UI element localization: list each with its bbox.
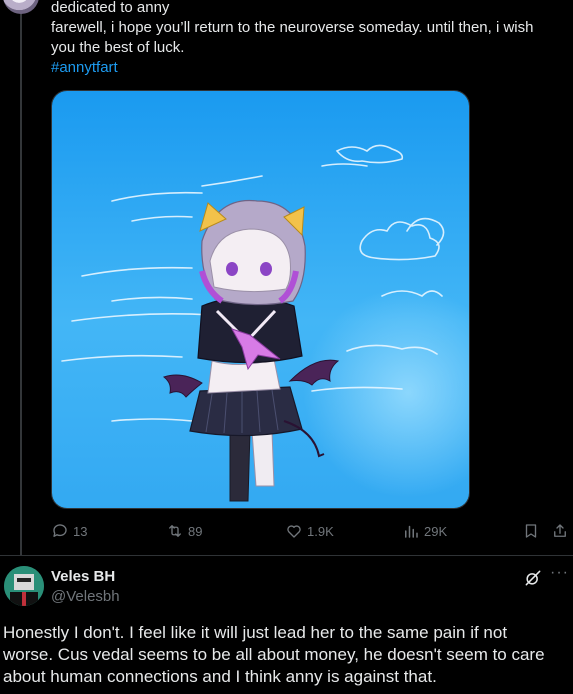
reply-text-line: about human connections and I think anny… [3, 667, 437, 686]
post-text-line: dedicated to anny [51, 0, 170, 16]
original-post: dedicated to anny farewell, i hope you’l… [0, 0, 573, 555]
thread-line [20, 14, 22, 555]
action-bar: 13 89 1.9K 29K [51, 519, 573, 543]
avatar[interactable] [4, 566, 44, 606]
post-text: dedicated to anny farewell, i hope you’l… [51, 0, 561, 78]
display-name[interactable]: Veles BH [51, 568, 115, 585]
view-count: 29K [424, 523, 448, 539]
avatar-image [4, 566, 44, 606]
bookmark-button[interactable] [522, 519, 544, 543]
like-button[interactable]: 1.9K [285, 519, 334, 543]
like-count: 1.9K [307, 523, 334, 539]
repost-button[interactable]: 89 [166, 519, 202, 543]
share-button[interactable] [551, 519, 573, 543]
reply-post[interactable]: Veles BH @Velesbh ··· Honestly I don't. … [0, 556, 573, 694]
grok-icon[interactable] [523, 568, 543, 588]
post-image[interactable] [51, 90, 470, 509]
more-options-icon[interactable]: ··· [550, 565, 570, 586]
views-button[interactable]: 29K [402, 519, 447, 543]
hashtag-link[interactable]: #annytfart [51, 59, 118, 76]
avatar[interactable] [3, 0, 39, 14]
post-text-line: farewell, i hope you’ll return to the ne… [51, 19, 534, 36]
reply-text-line: Honestly I don't. I feel like it will ju… [3, 623, 508, 642]
repost-icon [169, 525, 181, 537]
views-icon [405, 525, 418, 538]
reply-text: Honestly I don't. I feel like it will ju… [3, 622, 568, 688]
reply-button[interactable]: 13 [51, 519, 87, 543]
user-handle[interactable]: @Velesbh [51, 588, 120, 605]
repost-count: 89 [188, 523, 203, 539]
artwork-image [52, 91, 469, 508]
reply-text-line: worse. Cus vedal seems to be all about m… [3, 645, 545, 664]
heart-icon [287, 525, 301, 538]
reply-count: 13 [73, 523, 88, 539]
bookmark-icon [525, 524, 537, 538]
share-icon [554, 524, 566, 537]
post-text-line: you the best of luck. [51, 39, 185, 56]
reply-icon [53, 524, 67, 537]
